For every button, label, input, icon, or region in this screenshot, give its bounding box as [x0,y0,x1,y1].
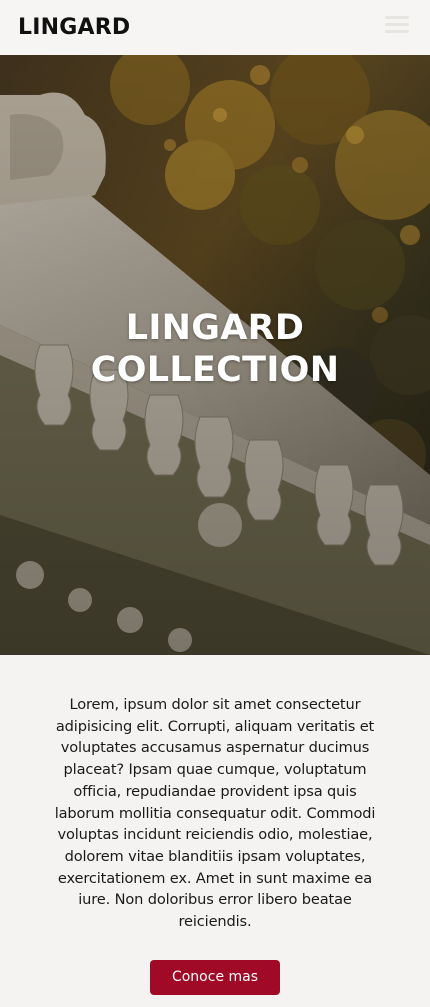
page: LINGARD LINGARD COLLECTION Lorem, ipsum … [0,0,430,1007]
hero-title-line1: LINGARD [125,308,305,348]
menu-bar-middle [385,23,409,26]
intro-section: Lorem, ipsum dolor sit amet consectetur … [0,655,430,1007]
intro-paragraph: Lorem, ipsum dolor sit amet consectetur … [54,696,376,931]
menu-bar-bottom [385,30,409,33]
brand-logo[interactable]: LINGARD [18,13,130,43]
hero-banner: LINGARD COLLECTION [0,55,430,655]
hero-title-line2: COLLECTION [90,350,340,390]
site-header: LINGARD [0,0,430,55]
menu-bar-top [385,16,409,19]
conoce-mas-button[interactable]: Conoce mas [150,960,280,995]
hero-title: LINGARD COLLECTION [0,307,430,391]
hamburger-menu-icon[interactable] [385,15,409,35]
